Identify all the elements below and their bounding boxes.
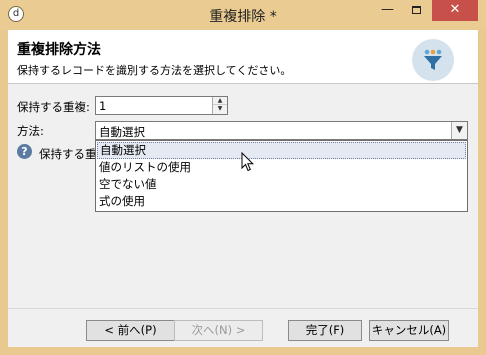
footer-divider bbox=[8, 308, 478, 309]
maximize-button[interactable] bbox=[403, 0, 430, 21]
next-button[interactable]: 次へ(N) > bbox=[174, 320, 263, 341]
method-select[interactable]: 自動選択 ▼ bbox=[95, 121, 468, 140]
header-title: 重複排除方法 bbox=[17, 42, 101, 58]
duplicates-label: 保持する重複: bbox=[17, 100, 90, 114]
stepper-up-icon[interactable]: ▲ bbox=[213, 97, 227, 105]
back-button[interactable]: < 前へ(P) bbox=[86, 320, 175, 341]
help-icon[interactable]: ? bbox=[17, 144, 32, 159]
stepper-down-icon[interactable]: ▼ bbox=[213, 105, 227, 113]
method-dropdown-list[interactable]: 自動選択 値のリストの使用 空でない値 式の使用 bbox=[95, 140, 468, 212]
chevron-down-icon[interactable]: ▼ bbox=[451, 122, 467, 139]
duplicates-value[interactable]: 1 bbox=[99, 99, 106, 113]
dropdown-option-value-list[interactable]: 値のリストの使用 bbox=[97, 159, 466, 176]
dropdown-option-auto[interactable]: 自動選択 bbox=[97, 142, 466, 159]
mouse-pointer-icon bbox=[241, 151, 255, 172]
method-label: 方法: bbox=[17, 124, 44, 138]
cancel-button[interactable]: キャンセル(A) bbox=[369, 320, 449, 341]
dedup-window: d 重複排除 * — ✕ 重複排除方法 保持するレコードを識別する方法を選択して… bbox=[0, 0, 486, 355]
dialog-header: 重複排除方法 保持するレコードを識別する方法を選択してください。 bbox=[8, 30, 478, 84]
duplicates-stepper[interactable]: 1 ▲ ▼ bbox=[95, 96, 228, 115]
header-subtitle: 保持するレコードを識別する方法を選択してください。 bbox=[17, 64, 292, 77]
minimize-button[interactable]: — bbox=[374, 0, 401, 21]
dropdown-option-expression[interactable]: 式の使用 bbox=[97, 193, 466, 210]
stepper-buttons: ▲ ▼ bbox=[212, 97, 227, 114]
keep-label: 保持する重 bbox=[39, 147, 97, 161]
dialog-client: 重複排除方法 保持するレコードを識別する方法を選択してください。 保持する重複:… bbox=[8, 30, 478, 347]
title-bar[interactable]: d 重複排除 * — ✕ bbox=[0, 0, 486, 30]
finish-button[interactable]: 完了(F) bbox=[288, 320, 362, 341]
dropdown-option-non-empty[interactable]: 空でない値 bbox=[97, 176, 466, 193]
maximize-icon bbox=[412, 5, 421, 14]
method-select-value[interactable]: 自動選択 bbox=[99, 124, 145, 140]
filter-funnel-icon bbox=[412, 39, 454, 81]
close-button[interactable]: ✕ bbox=[432, 0, 478, 21]
